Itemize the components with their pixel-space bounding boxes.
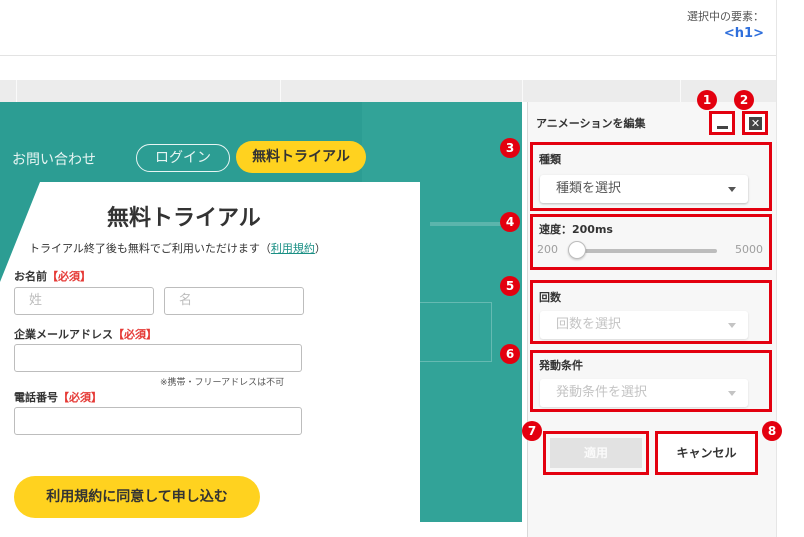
annotation-badge: 7 — [522, 421, 542, 441]
count-select[interactable]: 回数を選択 — [540, 311, 748, 339]
annotation-badge: 2 — [734, 90, 754, 110]
email-label: 企業メールアドレス【必須】 — [14, 328, 157, 341]
top-header: 選択中の要素： <h1> — [0, 0, 776, 56]
name-label: お名前【必須】 — [14, 270, 91, 283]
count-section: 回数 回数を選択 — [530, 280, 772, 344]
phone-label: 電話番号【必須】 — [14, 391, 102, 404]
speed-label: 速度：200ms — [539, 223, 613, 236]
speed-max: 5000 — [735, 243, 763, 256]
type-section: 種類 種類を選択 — [530, 142, 772, 211]
phone-input[interactable] — [14, 407, 302, 435]
annotation-badge: 8 — [762, 421, 782, 441]
annotation-badge: 1 — [697, 90, 717, 110]
screen: 選択中の要素： <h1> お問い合わせ ログイン 無料トライアル 無料トライアル… — [0, 0, 804, 537]
speed-slider-thumb[interactable] — [568, 241, 586, 259]
first-name-input[interactable]: 名 — [164, 287, 304, 315]
chevron-down-icon — [728, 187, 736, 192]
cancel-button[interactable]: キャンセル — [655, 431, 758, 475]
apply-label: 適用 — [550, 438, 642, 468]
email-note: ※携帯・フリーアドレスは不可 — [160, 378, 285, 388]
selected-element-label: 選択中の要素： — [687, 10, 764, 23]
minimize-button[interactable] — [709, 111, 735, 135]
chevron-down-icon — [728, 323, 736, 328]
annotation-badge: 6 — [500, 344, 520, 364]
trigger-section: 発動条件 発動条件を選択 — [530, 350, 772, 412]
annotation-badge: 4 — [500, 212, 520, 232]
chevron-down-icon — [728, 391, 736, 396]
count-select-value: 回数を選択 — [556, 317, 622, 332]
selected-element-value[interactable]: <h1> — [724, 26, 764, 41]
form-subtitle: トライアル終了後も無料でご利用いただけます（利用規約） — [29, 242, 326, 255]
ruler-band — [0, 80, 776, 102]
email-input[interactable] — [14, 344, 302, 372]
form-title[interactable]: 無料トライアル — [107, 200, 261, 232]
speed-min: 200 — [537, 243, 558, 256]
preview-nav-login-button[interactable]: ログイン — [136, 144, 230, 172]
close-icon: ✕ — [749, 117, 762, 130]
annotation-badge: 3 — [500, 138, 520, 158]
apply-button[interactable]: 適用 — [543, 431, 649, 475]
preview-nav-contact[interactable]: お問い合わせ — [12, 149, 96, 169]
preview-nav-trial-button[interactable]: 無料トライアル — [236, 141, 366, 173]
speed-slider-track[interactable] — [573, 249, 717, 253]
close-button[interactable]: ✕ — [742, 111, 768, 135]
panel-title: アニメーションを編集 — [536, 117, 646, 130]
submit-button[interactable]: 利用規約に同意して申し込む — [14, 476, 260, 518]
type-label: 種類 — [539, 153, 561, 166]
right-edge-strip — [776, 0, 804, 537]
trigger-label: 発動条件 — [539, 359, 583, 372]
terms-link[interactable]: 利用規約 — [271, 242, 315, 255]
trigger-select[interactable]: 発動条件を選択 — [540, 379, 748, 407]
trigger-select-value: 発動条件を選択 — [556, 385, 648, 400]
annotation-badge: 5 — [500, 276, 520, 296]
last-name-input[interactable]: 姓 — [14, 287, 154, 315]
count-label: 回数 — [539, 291, 561, 304]
type-select-value: 種類を選択 — [556, 181, 622, 196]
preview-chart-graphic — [430, 222, 510, 226]
type-select[interactable]: 種類を選択 — [540, 175, 748, 203]
speed-section: 速度：200ms 200 5000 — [530, 214, 772, 270]
